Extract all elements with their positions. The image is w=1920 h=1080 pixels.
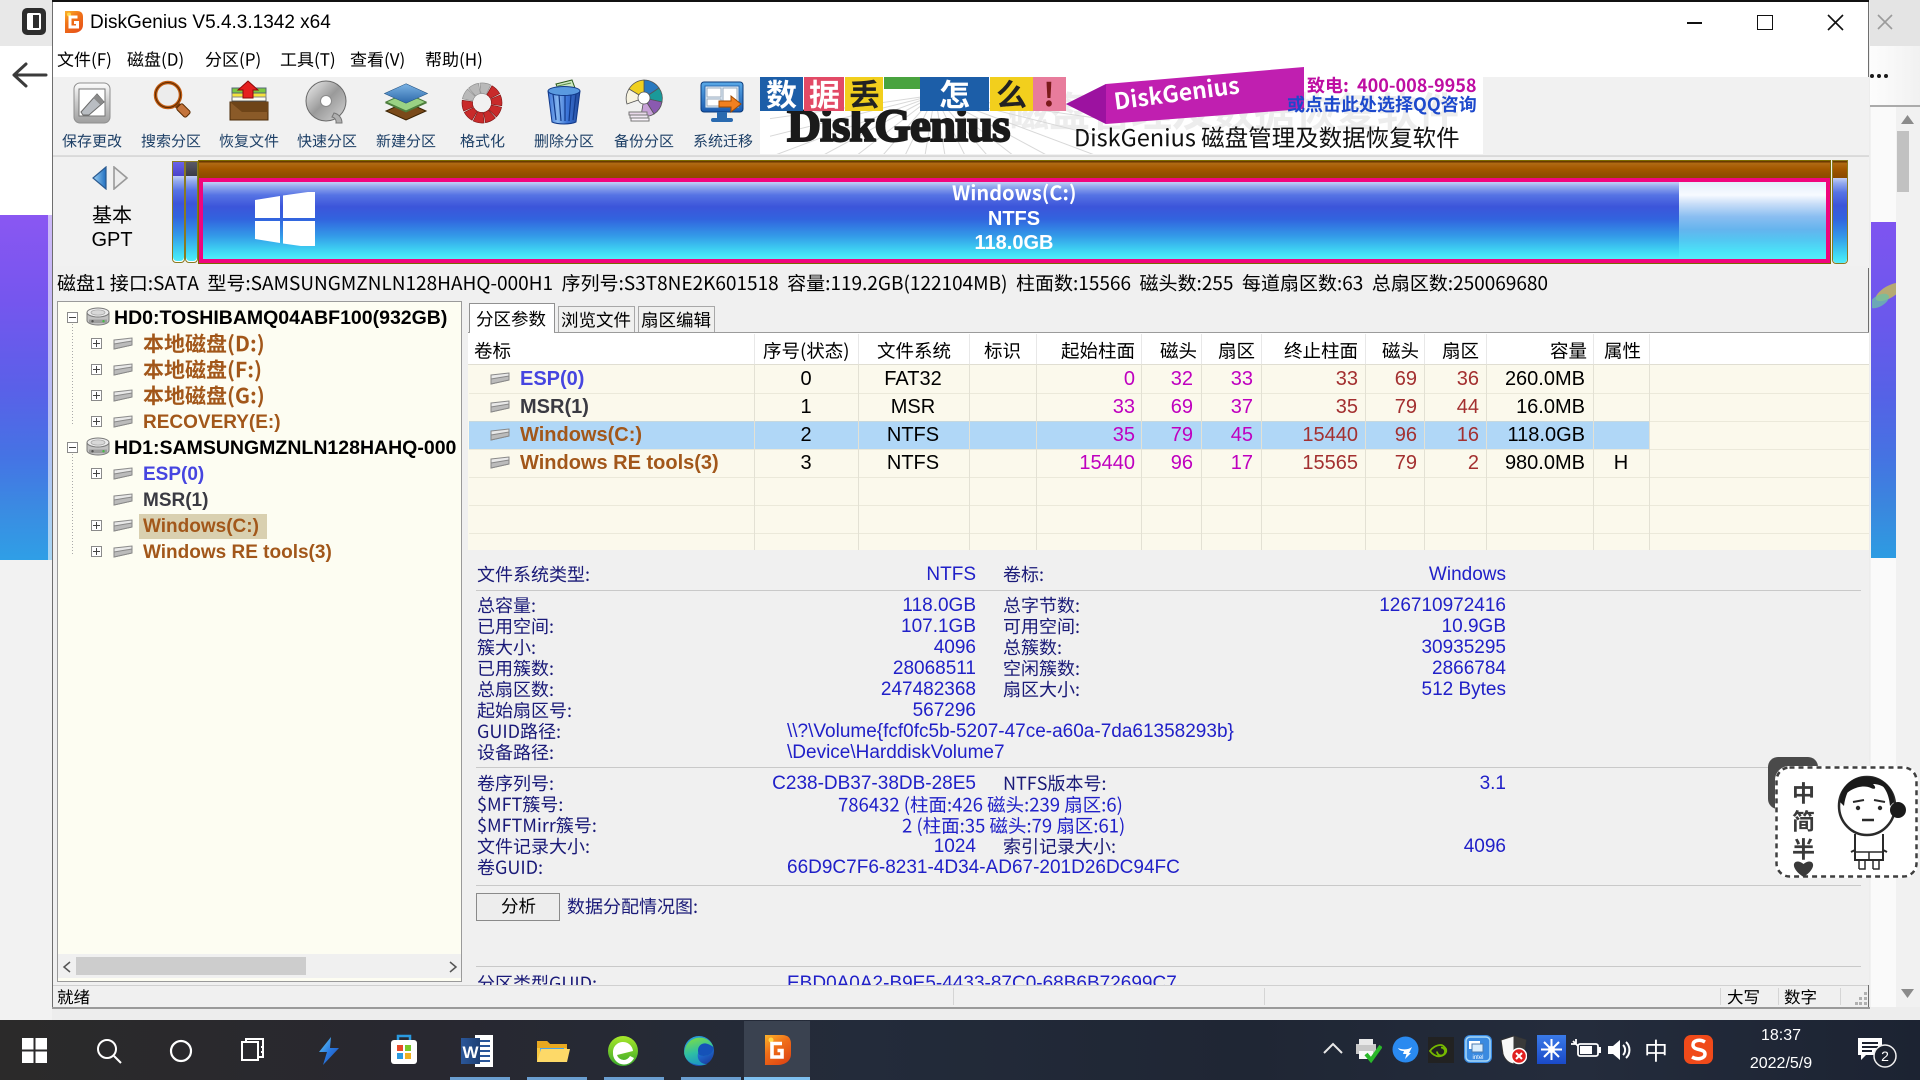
svg-text:W: W (462, 1043, 479, 1062)
svg-text:2: 2 (1881, 1048, 1889, 1064)
svg-text:intel: intel (1472, 1055, 1483, 1061)
